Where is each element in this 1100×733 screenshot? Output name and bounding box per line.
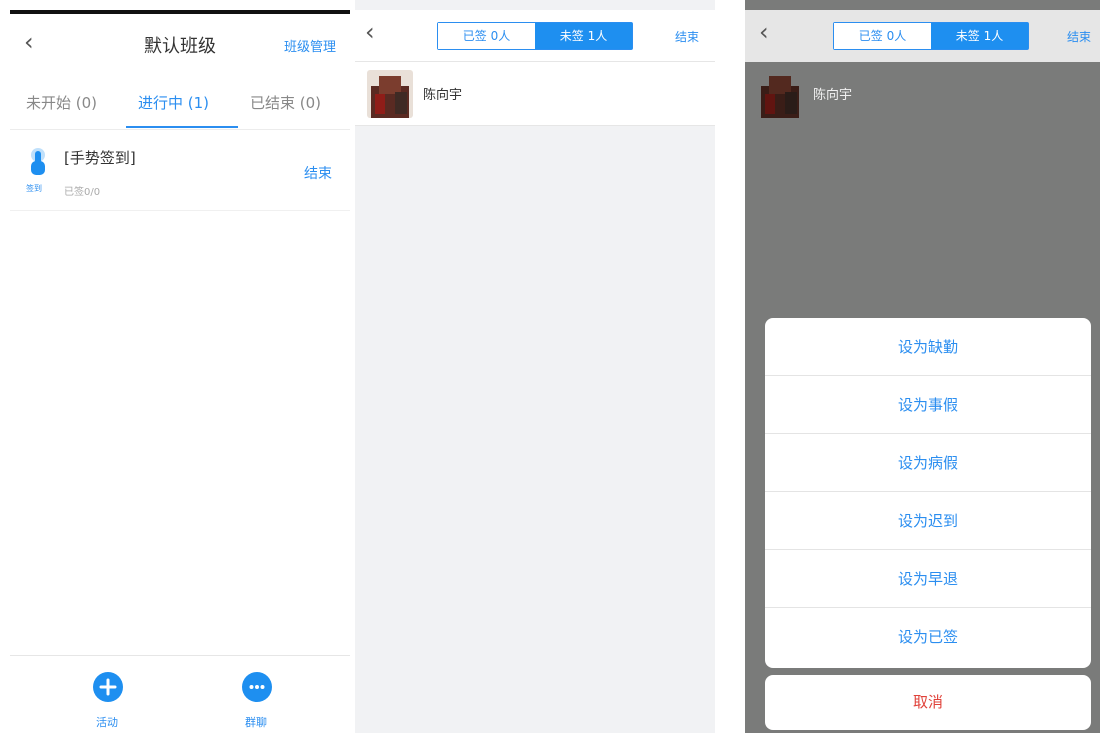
header: ‹ 已签 0人 未签 1人 结束 [745,10,1100,62]
active-tab-indicator [126,126,238,128]
signed-segment-control: 已签 0人 未签 1人 [833,22,1029,50]
chevron-left-icon[interactable]: ‹ [365,18,375,46]
activity-title: [手势签到] [64,149,136,167]
course-activity-panel: ‹ 默认班级 班级管理 未开始 (0) 进行中 (1) 已结束 (0) 签到 [… [10,0,350,733]
end-button[interactable]: 结束 [675,28,699,45]
end-button[interactable]: 结束 [304,163,332,183]
plus-circle-icon[interactable] [93,672,123,702]
student-name: 陈向宇 [423,88,463,103]
tab-signed[interactable]: 已签 0人 [834,23,931,49]
tab-not-started[interactable]: 未开始 (0) [26,92,97,113]
class-manage-link[interactable]: 班级管理 [284,36,336,55]
set-personal-leave-option[interactable]: 设为事假 [765,376,1091,434]
set-sick-leave-option[interactable]: 设为病假 [765,434,1091,492]
list-item[interactable]: 签到 [手势签到] 已签0/0 结束 [10,135,350,211]
tab-unsigned[interactable]: 未签 1人 [535,23,632,49]
set-left-early-option[interactable]: 设为早退 [765,550,1091,608]
status-tabs: 未开始 (0) 进行中 (1) 已结束 (0) [10,78,350,130]
signed-count: 已签0/0 [64,187,101,198]
cancel-button[interactable]: 取消 [765,675,1091,730]
header: ‹ 已签 0人 未签 1人 结束 [355,10,715,62]
tab-unsigned[interactable]: 未签 1人 [931,23,1028,49]
avatar [757,70,803,118]
status-bar [10,10,350,14]
signed-segment-control: 已签 0人 未签 1人 [437,22,633,50]
chevron-left-icon[interactable]: ‹ [759,18,769,46]
tab-in-progress[interactable]: 进行中 (1) [138,92,209,113]
action-sheet: 设为缺勤 设为事假 设为病假 设为迟到 设为早退 设为已签 [765,318,1091,668]
end-button[interactable]: 结束 [1067,28,1091,45]
header: ‹ 默认班级 班级管理 [10,22,350,68]
chat-bubble-icon[interactable] [242,672,272,702]
activity-tab-label[interactable]: 活动 [96,714,118,730]
action-sheet-panel: ‹ 已签 0人 未签 1人 结束 陈向宇 设为缺勤 设为事假 设为病假 设为迟到… [745,0,1100,733]
activity-type-label: 签到 [26,184,42,193]
tab-ended[interactable]: 已结束 (0) [250,92,321,113]
bottom-bar: 活动 群聊 [10,655,350,733]
list-item[interactable]: 陈向宇 [355,62,715,126]
avatar [367,70,413,118]
set-absent-option[interactable]: 设为缺勤 [765,318,1091,376]
set-signed-option[interactable]: 设为已签 [765,608,1091,666]
group-chat-tab-label[interactable]: 群聊 [245,714,267,730]
tab-signed[interactable]: 已签 0人 [438,23,535,49]
hand-tap-icon [31,148,45,175]
list-item: 陈向宇 [745,62,1100,126]
set-late-option[interactable]: 设为迟到 [765,492,1091,550]
sign-in-list-panel: ‹ 已签 0人 未签 1人 结束 陈向宇 [355,0,715,733]
student-name: 陈向宇 [813,88,853,103]
